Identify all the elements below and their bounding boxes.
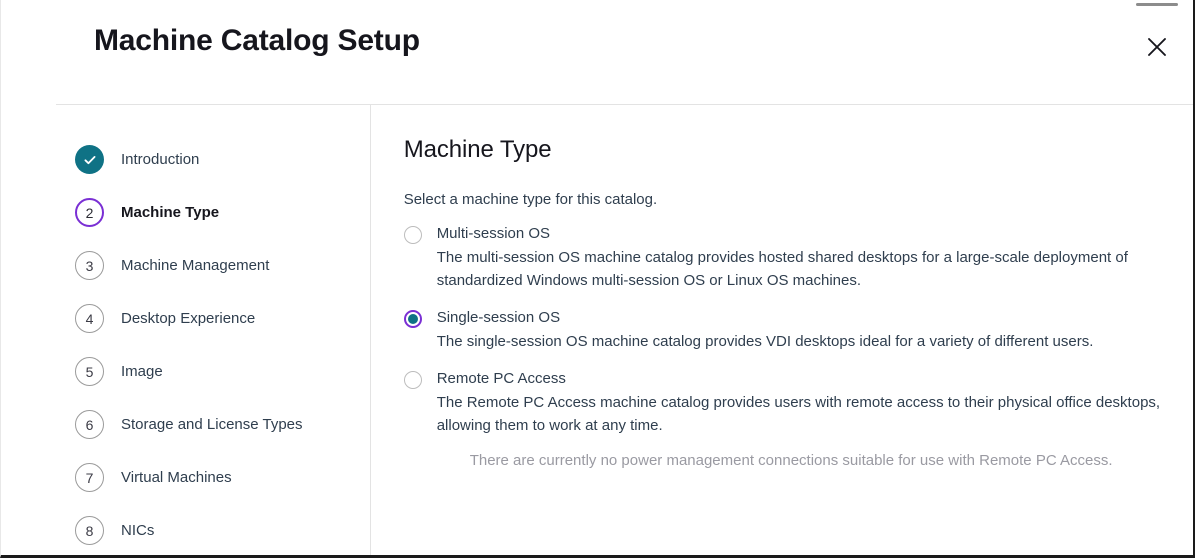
radio-single-session-os[interactable] <box>403 310 422 328</box>
sidebar-item-machine-management[interactable]: 3 Machine Management <box>1 239 370 292</box>
option-description: The multi-session OS machine catalog pro… <box>436 249 1128 289</box>
option-label[interactable]: Remote PC Access <box>437 369 1193 389</box>
step-number-badge: 3 <box>75 251 104 280</box>
option-description: The Remote PC Access machine catalog pro… <box>436 394 1161 434</box>
sidebar-item-machine-type[interactable]: 2 Machine Type <box>1 186 370 239</box>
page-title: Machine Catalog Setup <box>94 24 420 57</box>
machine-catalog-setup-dialog: Machine Catalog Setup Introduction 2 Mac… <box>0 0 1195 558</box>
step-number-badge: 2 <box>75 198 104 227</box>
option-label[interactable]: Multi-session OS <box>437 224 1193 244</box>
option-label[interactable]: Single-session OS <box>437 308 1193 328</box>
close-icon[interactable] <box>1140 30 1174 64</box>
option-multi-session-os[interactable]: Multi-session OS The multi-session OS ma… <box>403 224 1193 292</box>
sidebar-item-label: Machine Management <box>121 257 270 274</box>
machine-type-radio-group: Multi-session OS The multi-session OS ma… <box>403 224 1193 472</box>
step-complete-check-icon <box>75 145 104 174</box>
sidebar-item-virtual-machines[interactable]: 7 Virtual Machines <box>1 451 370 504</box>
dialog-body: Introduction 2 Machine Type 3 Machine Ma… <box>1 105 1193 555</box>
sidebar-item-label: Desktop Experience <box>121 310 256 327</box>
step-number-badge: 6 <box>75 410 104 439</box>
step-number-badge: 5 <box>75 357 104 386</box>
step-number-badge: 4 <box>75 304 104 333</box>
sidebar-item-label: Virtual Machines <box>121 469 232 486</box>
radio-multi-session-os[interactable] <box>403 226 422 244</box>
sidebar-item-introduction[interactable]: Introduction <box>1 133 370 186</box>
wizard-steps-sidebar: Introduction 2 Machine Type 3 Machine Ma… <box>1 105 371 555</box>
check-icon <box>84 155 95 164</box>
content-title: Machine Type <box>403 136 552 163</box>
content-subtitle: Select a machine type for this catalog. <box>403 191 658 208</box>
sidebar-item-label: Machine Type <box>121 204 220 221</box>
sidebar-item-label: Introduction <box>121 151 200 168</box>
sidebar-item-storage-and-license-types[interactable]: 6 Storage and License Types <box>1 398 370 451</box>
sidebar-item-image[interactable]: 5 Image <box>1 345 370 398</box>
step-number-badge: 8 <box>75 516 104 545</box>
sidebar-item-label: Storage and License Types <box>121 416 303 433</box>
option-description: The single-session OS machine catalog pr… <box>436 333 1094 350</box>
sidebar-item-label: NICs <box>121 522 155 539</box>
machine-type-panel: Machine Type Select a machine type for t… <box>371 105 1193 555</box>
close-icon-glyph <box>1148 38 1166 56</box>
sidebar-item-label: Image <box>121 363 163 380</box>
option-single-session-os[interactable]: Single-session OS The single-session OS … <box>403 308 1193 353</box>
dialog-header: Machine Catalog Setup <box>1 0 1193 104</box>
sidebar-item-nics[interactable]: 8 NICs <box>1 504 370 555</box>
step-number-badge: 7 <box>75 463 104 492</box>
remote-pc-access-note: There are currently no power management … <box>469 452 1113 469</box>
sidebar-item-desktop-experience[interactable]: 4 Desktop Experience <box>1 292 370 345</box>
radio-remote-pc-access[interactable] <box>403 371 422 389</box>
option-remote-pc-access[interactable]: Remote PC Access The Remote PC Access ma… <box>403 369 1193 472</box>
